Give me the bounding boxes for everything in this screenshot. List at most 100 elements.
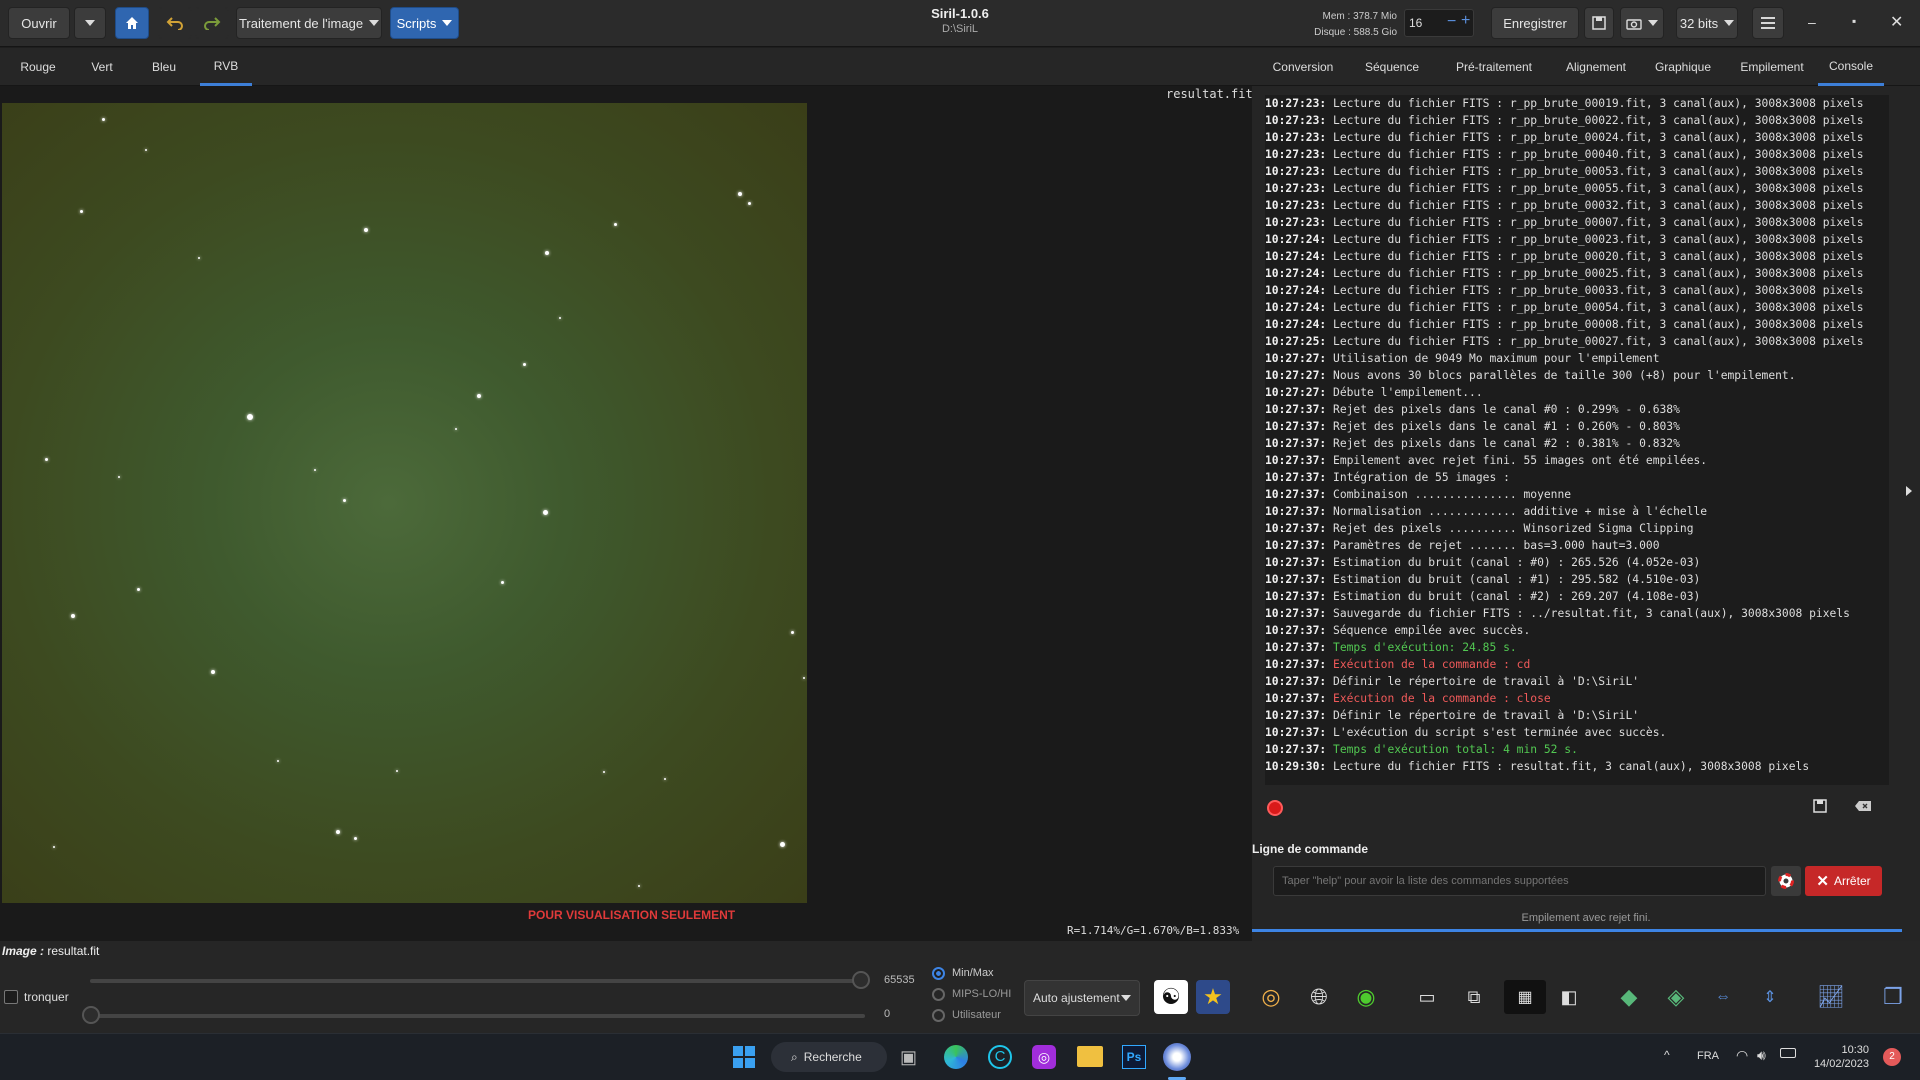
console-timestamp: 10:27:37: [1265, 403, 1327, 416]
save-button[interactable]: Enregistrer [1491, 7, 1579, 39]
console-timestamp: 10:27:24: [1265, 267, 1327, 280]
rotate-right-icon[interactable]: ◈ [1659, 980, 1693, 1014]
star-icon[interactable]: ★ [1196, 980, 1230, 1014]
globe-icon[interactable]: 🌐︎ [1302, 980, 1336, 1014]
radio-minmax[interactable] [932, 967, 945, 980]
ccleaner-icon[interactable]: C [988, 1045, 1012, 1069]
split-icon[interactable]: ◧ [1552, 980, 1586, 1014]
radio-mips[interactable] [932, 988, 945, 1001]
console-timestamp: 10:27:27: [1265, 386, 1327, 399]
undo-button[interactable] [158, 7, 192, 39]
dynamic-psf-icon[interactable]: ◎ [1254, 980, 1288, 1014]
slice-icon[interactable]: ▭ [1410, 980, 1444, 1014]
console-message: Sauvegarde du fichier FITS : ../resultat… [1333, 607, 1850, 620]
high-slider[interactable] [90, 979, 865, 983]
clock[interactable]: 10:30 14/02/2023 [1807, 1043, 1869, 1071]
open-dropdown-button[interactable] [74, 7, 106, 39]
low-slider[interactable] [90, 1014, 865, 1018]
expand-panel-icon[interactable] [1906, 486, 1912, 496]
tab-empilement[interactable]: Empilement [1729, 48, 1815, 86]
radio-user[interactable] [932, 1009, 945, 1022]
mirror-y-icon[interactable]: ⇕ [1753, 980, 1787, 1014]
high-slider-handle[interactable] [852, 971, 870, 989]
redo-button[interactable] [195, 7, 229, 39]
save-log-button[interactable] [1812, 798, 1828, 817]
help-button[interactable] [1771, 866, 1801, 896]
tab-sequence[interactable]: Séquence [1349, 48, 1435, 86]
tab-rouge[interactable]: Rouge [8, 48, 68, 86]
console-line: 10:27:27: Débute l'empilement... [1265, 384, 1889, 401]
grid-icon[interactable]: ▦ [1504, 980, 1546, 1014]
record-icon[interactable] [1267, 800, 1283, 816]
image-viewer[interactable]: resultat.fit POUR VISUALISATION SEULEMEN… [0, 86, 1253, 941]
scripts-menu[interactable]: Scripts [390, 7, 459, 39]
task-view-icon[interactable]: ▣ [900, 1047, 917, 1068]
working-directory: D:\SiriL [941, 23, 979, 35]
image-processing-menu[interactable]: Traitement de l'image [236, 7, 382, 39]
windows-start-icon[interactable] [733, 1046, 755, 1068]
console-message: Exécution de la commande : cd [1333, 658, 1531, 671]
clear-log-button[interactable] [1854, 800, 1872, 815]
home-button[interactable] [115, 7, 149, 39]
console-message: Débute l'empilement... [1333, 386, 1483, 399]
console-timestamp: 10:27:37: [1265, 522, 1327, 535]
tab-alignement[interactable]: Alignement [1551, 48, 1641, 86]
minimize-icon[interactable]: – [1808, 14, 1816, 30]
wifi-icon[interactable]: ◠ [1736, 1047, 1748, 1064]
crop-icon[interactable]: ⧉ [1457, 980, 1491, 1014]
battery-icon[interactable] [1780, 1048, 1796, 1058]
save-as-button[interactable] [1584, 7, 1614, 39]
main-menu-button[interactable] [1752, 7, 1784, 39]
maximize-icon[interactable]: ▪ [1852, 14, 1856, 28]
close-icon[interactable]: ✕ [1890, 12, 1903, 32]
mirror-x-icon[interactable]: ⇔ [1706, 980, 1740, 1014]
notification-badge[interactable]: 2 [1883, 1048, 1901, 1066]
stop-button[interactable]: ✕ Arrêter [1805, 866, 1882, 896]
taskbar-search[interactable]: ⌕ Recherche [771, 1042, 887, 1072]
tab-rvb[interactable]: RVB [200, 48, 252, 86]
stretch-mode-select[interactable]: Auto ajustement [1024, 980, 1140, 1016]
tab-graphique[interactable]: Graphique [1643, 48, 1723, 86]
console-log: 10:27:23: Lecture du fichier FITS : r_pp… [1265, 95, 1889, 785]
target-icon[interactable]: ◉ [1349, 980, 1383, 1014]
tab-bleu[interactable]: Bleu [134, 48, 194, 86]
low-slider-handle[interactable] [82, 1006, 100, 1024]
negative-view-icon[interactable]: ☯ [1154, 980, 1188, 1014]
histogram-icon[interactable]: 📈︎ [1814, 980, 1848, 1014]
tab-console[interactable]: Console [1818, 48, 1884, 86]
app-icon[interactable]: ◎ [1032, 1045, 1056, 1069]
console-message: Intégration de 55 images : [1333, 471, 1510, 484]
star-point [638, 884, 641, 887]
console-timestamp: 10:27:24: [1265, 233, 1327, 246]
console-line: 10:27:37: Rejet des pixels dans le canal… [1265, 418, 1889, 435]
siril-app-icon[interactable] [1163, 1043, 1191, 1071]
open-button[interactable]: Ouvrir [8, 7, 70, 39]
tab-conversion[interactable]: Conversion [1263, 48, 1343, 86]
console-line: 10:27:25: Lecture du fichier FITS : r_pp… [1265, 333, 1889, 350]
edge-browser-icon[interactable] [944, 1045, 968, 1069]
console-line: 10:27:24: Lecture du fichier FITS : r_pp… [1265, 282, 1889, 299]
chevron-up-icon[interactable]: ^ [1664, 1048, 1670, 1062]
disk-space: Disque : 588.5 Gio [1314, 27, 1397, 38]
threads-spinner[interactable]: 16 − + [1404, 9, 1474, 37]
astro-image[interactable] [2, 103, 807, 903]
tab-vert[interactable]: Vert [72, 48, 132, 86]
truncate-checkbox[interactable] [4, 990, 18, 1004]
console-timestamp: 10:27:37: [1265, 624, 1327, 637]
photoshop-icon[interactable]: Ps [1122, 1045, 1146, 1069]
tab-pretraitement[interactable]: Pré-traitement [1441, 48, 1547, 86]
windows-icon[interactable]: ❐ [1876, 980, 1910, 1014]
bit-depth-menu[interactable]: 32 bits [1676, 7, 1738, 39]
file-explorer-icon[interactable] [1077, 1046, 1103, 1067]
console-timestamp: 10:27:37: [1265, 454, 1327, 467]
console-message: Temps d'exécution: 24.85 s. [1333, 641, 1517, 654]
rotate-left-icon[interactable]: ◆ [1612, 980, 1646, 1014]
minus-icon[interactable]: − [1447, 13, 1456, 31]
rgb-readout: R=1.714%/G=1.670%/B=1.833% [1067, 924, 1240, 937]
command-input[interactable] [1273, 866, 1766, 896]
language-indicator[interactable]: FRA [1697, 1050, 1719, 1062]
snapshot-button[interactable] [1620, 7, 1664, 39]
plus-icon[interactable]: + [1461, 12, 1470, 30]
console-line: 10:27:37: Estimation du bruit (canal : #… [1265, 571, 1889, 588]
volume-icon[interactable]: 🔊︎ [1757, 1047, 1766, 1064]
